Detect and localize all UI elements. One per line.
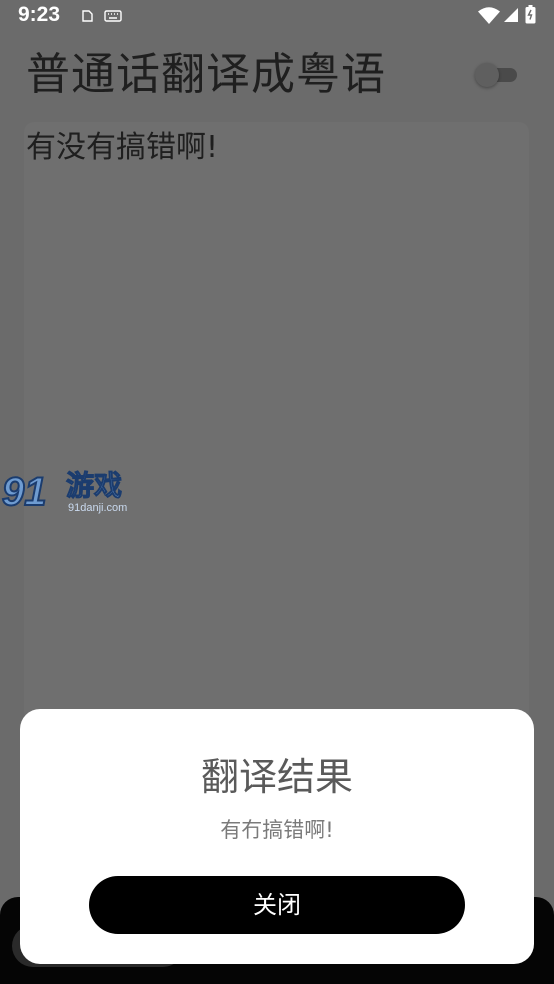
source-text-input[interactable]: 有没有搞错啊!	[24, 122, 529, 722]
result-dialog: 翻译结果 有冇搞错啊! 关闭	[20, 709, 534, 964]
close-button[interactable]: 关闭	[89, 876, 465, 934]
wifi-icon	[478, 7, 500, 29]
notification-icon	[80, 8, 94, 27]
toggle-thumb	[475, 63, 499, 87]
watermark-logo: 91 游戏 91danji.com	[1, 468, 138, 520]
dialog-title: 翻译结果	[200, 755, 353, 799]
page-title: 普通话翻译成粤语	[26, 49, 386, 100]
source-text: 有没有搞错啊!	[26, 130, 219, 165]
keyboard-icon	[104, 8, 122, 27]
status-bar: 9:23	[0, 0, 554, 32]
dialog-message: 有冇搞错啊!	[220, 818, 334, 842]
watermark-name: 游戏	[65, 469, 123, 503]
signal-icon	[503, 7, 519, 27]
watermark-number: 91	[1, 469, 47, 515]
watermark-url: 91danji.com	[68, 502, 128, 514]
status-time: 9:23	[18, 3, 61, 26]
mode-toggle[interactable]	[475, 62, 519, 87]
app-screen: 9:23 普通话翻译成粤语 有没有搞错啊! 91 游戏 91danji.com …	[0, 0, 554, 984]
battery-icon	[525, 5, 536, 28]
